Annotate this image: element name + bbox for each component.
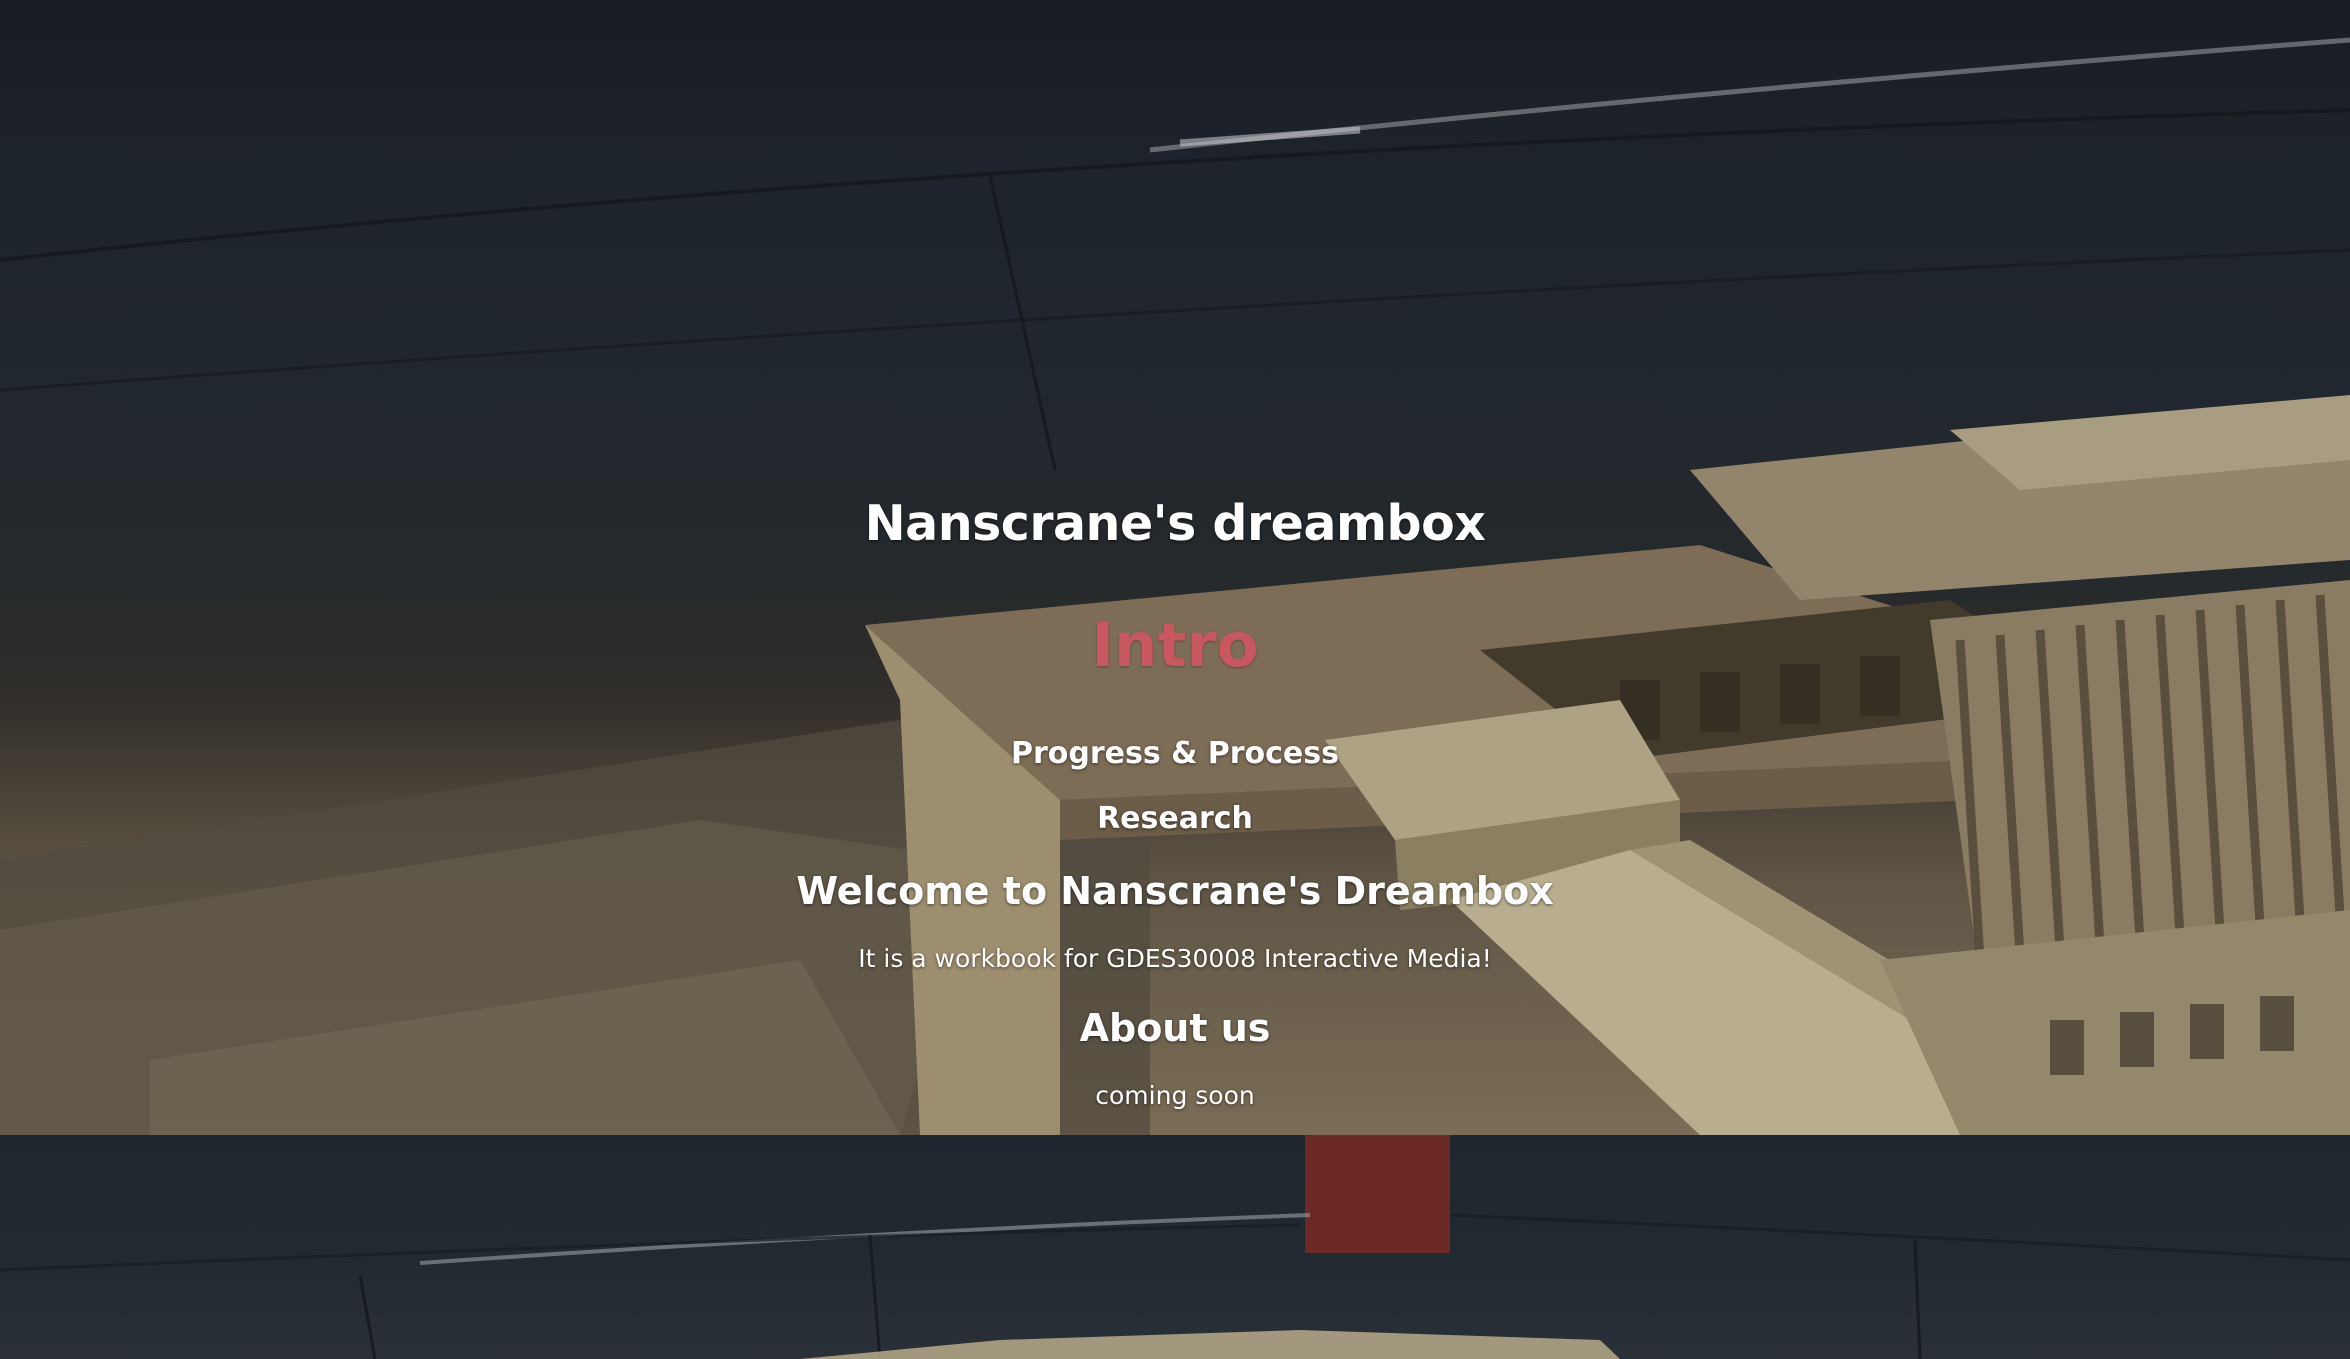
lower-background-image — [0, 1135, 2350, 1359]
welcome-text: It is a workbook for GDES30008 Interacti… — [858, 944, 1492, 973]
hero-content: Nanscrane's dreambox Intro Progress & Pr… — [0, 0, 2350, 1135]
nav-item-research[interactable]: Research — [0, 797, 2350, 841]
welcome-heading: Welcome to Nanscrane's Dreambox — [796, 869, 1554, 913]
about-heading: About us — [1079, 1006, 1271, 1050]
gallery-wall-illustration — [0, 1135, 2350, 1359]
about-text: coming soon — [1095, 1081, 1255, 1110]
nav-item-intro[interactable]: Intro — [0, 606, 2350, 686]
site-title: Nanscrane's dreambox — [864, 495, 1486, 552]
nav-item-progress-process[interactable]: Progress & Process — [0, 732, 2350, 776]
